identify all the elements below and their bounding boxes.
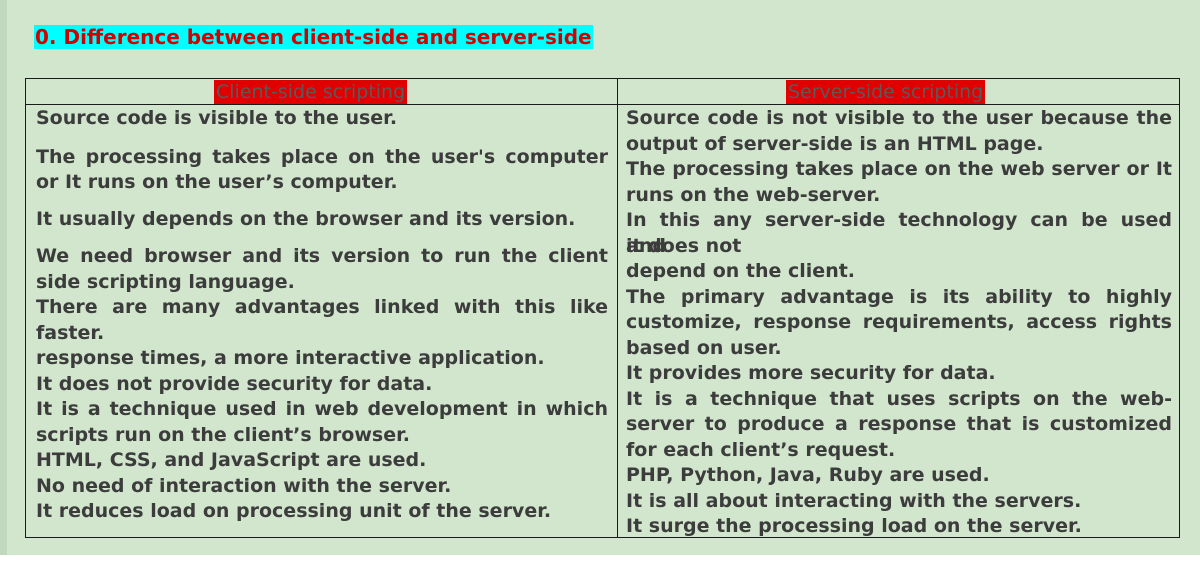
client-line: It reduces load on processing unit of th… <box>36 500 552 522</box>
column-header-client: Client-side scripting <box>214 80 408 104</box>
column-divider <box>617 79 618 537</box>
client-line: HTML, CSS, and JavaScript are used. <box>36 449 427 471</box>
header-rule <box>26 104 1179 105</box>
client-line: It does not provide security for data. <box>36 372 433 395</box>
column-header-server: Server-side scripting <box>786 80 986 104</box>
server-line: The primary advantage is its ability to … <box>626 285 1172 308</box>
server-line: server to produce a response that is cus… <box>626 413 1172 435</box>
server-line: PHP, Python, Java, Ruby are used. <box>626 464 990 486</box>
client-side-column: Source code is visible to the user. The … <box>36 106 608 525</box>
server-line: Source code is not visible to the user b… <box>626 107 1172 129</box>
server-line: It is all about interacting with the ser… <box>626 489 1082 512</box>
client-line: faster. <box>36 321 105 344</box>
server-line: for each client’s request. <box>626 438 896 461</box>
server-line: It provides more security for data. <box>626 362 996 384</box>
server-line: based on user. <box>626 336 782 359</box>
client-line: scripts run on the client’s browser. <box>36 423 410 446</box>
client-line: There are many advantages linked with th… <box>36 296 608 318</box>
server-line: The processing takes place on the web se… <box>626 158 1172 180</box>
client-line: No need of interaction with the server. <box>36 474 452 497</box>
server-line: It is a technique that uses scripts on t… <box>626 387 1172 410</box>
server-line: it does not <box>626 234 742 257</box>
server-line: depend on the client. <box>626 260 856 282</box>
server-side-column: Source code is not visible to the user b… <box>626 106 1172 540</box>
server-line: In this any server-side technology can b… <box>626 209 1172 257</box>
client-line: response times, a more interactive appli… <box>36 347 545 369</box>
client-line: It usually depends on the browser and it… <box>36 207 576 230</box>
comparison-table: Client-side scripting Server-side script… <box>25 78 1180 538</box>
client-line: We need browser and its version to run t… <box>36 245 608 267</box>
section-heading: 0. Difference between client-side and se… <box>34 25 593 49</box>
server-line: It surge the processing load on the serv… <box>626 515 1082 537</box>
client-line: side scripting language. <box>36 270 295 293</box>
page-left-edge <box>0 0 7 555</box>
client-line: It is a technique used in web developmen… <box>36 398 608 420</box>
server-line: customize, response requirements, access… <box>626 311 1172 333</box>
client-line: The processing takes place on the user's… <box>36 145 608 168</box>
client-line: Source code is visible to the user. <box>36 107 398 129</box>
document-page: 0. Difference between client-side and se… <box>0 0 1200 555</box>
client-line: or It runs on the user’s computer. <box>36 171 398 193</box>
server-line: runs on the web-server. <box>626 183 881 206</box>
server-line: output of server-side is an HTML page. <box>626 132 1044 155</box>
